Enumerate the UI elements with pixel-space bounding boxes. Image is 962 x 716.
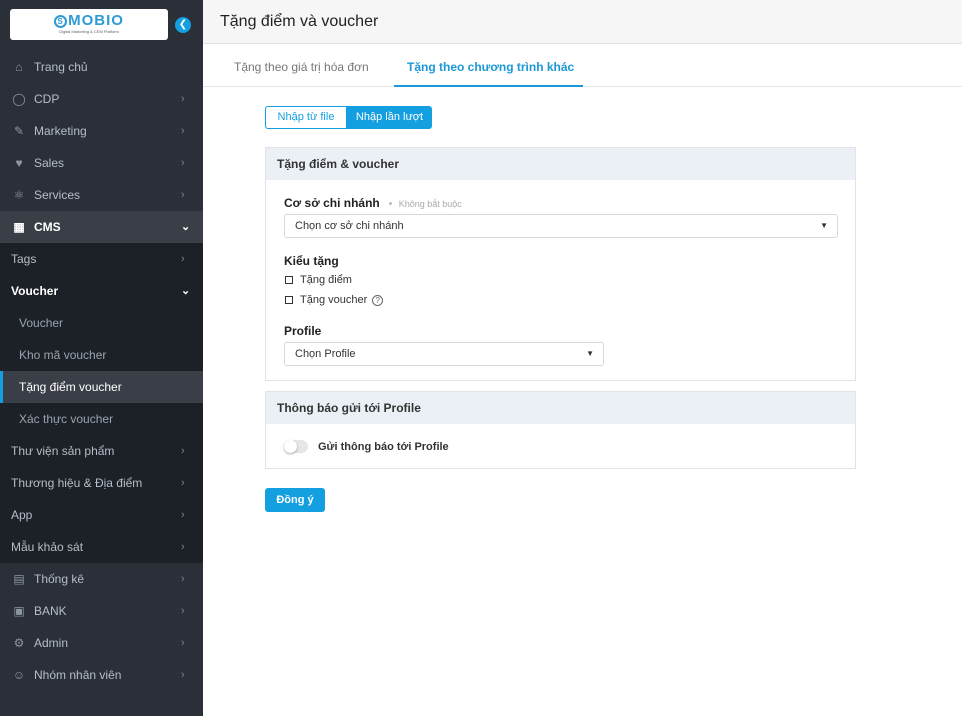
sidebar-item-home[interactable]: ⌂ Trang chủ [0,51,203,83]
brand-area: S MOBIO Digital Marketing & CEM Platform … [0,0,203,50]
home-icon: ⌂ [15,60,23,74]
import-from-file-button[interactable]: Nhập từ file [265,106,347,129]
sequential-input-button[interactable]: Nhập lần lượt [347,106,432,129]
chevron-down-icon: ⌄ [181,221,191,233]
bullet-icon [388,202,392,205]
sidebar-item-gift-points-voucher[interactable]: Tặng điểm voucher [0,371,203,403]
chevron-right-icon: › [181,477,185,489]
optional-hint: Không bắt buộc [380,199,462,209]
chevron-right-icon: › [181,445,185,457]
chart-icon: ▤ [13,572,25,586]
sidebar-item-bank[interactable]: ▣ BANK › [0,595,203,627]
sidebar-item-voucher-codes[interactable]: Kho mã voucher [0,339,203,371]
chevron-right-icon: › [181,157,185,169]
branch-label: Cơ sở chi nhánh Không bắt buộc [284,196,462,210]
submit-button[interactable]: Đồng ý [265,488,325,512]
profile-select[interactable]: Chọn Profile ▼ [284,342,604,366]
gear-icon: ⚙ [13,636,25,650]
chevron-right-icon: › [181,637,185,649]
active-tab-indicator [394,85,583,87]
notification-section-title: Thông báo gửi tới Profile [266,392,855,424]
team-icon: ☺ [12,668,26,682]
services-icon: ⚛ [13,188,25,202]
cms-icon: ▦ [13,220,25,234]
chevron-right-icon: › [181,125,185,137]
logo-tagline: Digital Marketing & CEM Platform [59,29,119,34]
collapse-sidebar-button[interactable]: ❮ [175,17,191,33]
sidebar-item-sales[interactable]: ♥ Sales › [0,147,203,179]
sidebar-item-verify-voucher[interactable]: Xác thực voucher [0,403,203,435]
gift-voucher-checkbox[interactable]: Tặng voucher? [285,294,384,306]
caret-down-icon: ▼ [820,221,828,230]
sidebar: S MOBIO Digital Marketing & CEM Platform … [0,0,203,716]
handshake-icon: ♥ [15,156,23,170]
user-icon: ◯ [12,92,26,106]
tab-by-other-program[interactable]: Tặng theo chương trình khác [407,60,574,74]
sidebar-item-voucher[interactable]: Voucher [0,307,203,339]
sidebar-item-services[interactable]: ⚛ Services › [0,179,203,211]
toggle-knob [284,440,297,453]
sidebar-item-tags[interactable]: Tags › [0,243,203,275]
sidebar-item-app[interactable]: App › [0,499,203,531]
sidebar-item-cdp[interactable]: ◯ CDP › [0,83,203,115]
chevron-right-icon: › [181,509,185,521]
tab-bar: Tặng theo giá trị hóa đơn Tặng theo chươ… [203,44,962,87]
chevron-right-icon: › [181,573,185,585]
branch-select[interactable]: Chọn cơ sở chi nhánh ▼ [284,214,838,238]
chevron-right-icon: › [181,605,185,617]
caret-down-icon: ▼ [586,349,594,358]
gift-section-title: Tặng điểm & voucher [266,148,855,180]
page-title: Tặng điểm và voucher [220,13,379,30]
checkbox-icon [285,296,293,304]
megaphone-icon: ✎ [13,124,25,138]
help-icon[interactable]: ? [372,295,384,306]
sidebar-item-marketing[interactable]: ✎ Marketing › [0,115,203,147]
logo-name: MOBIO [68,12,124,29]
notification-card: Thông báo gửi tới Profile [265,391,856,469]
tab-by-invoice-value[interactable]: Tặng theo giá trị hóa đơn [234,60,369,74]
chevron-right-icon: › [181,541,185,553]
sidebar-item-staff-groups[interactable]: ☺ Nhóm nhân viên › [0,659,203,691]
sidebar-item-admin[interactable]: ⚙ Admin › [0,627,203,659]
logo[interactable]: S MOBIO Digital Marketing & CEM Platform [10,9,168,40]
bank-icon: ▣ [13,604,25,618]
gift-type-label: Kiểu tặng [284,254,339,268]
sidebar-item-statistics[interactable]: ▤ Thống kê › [0,563,203,595]
page-header: Tặng điểm và voucher [203,0,962,44]
chevron-down-icon: ⌄ [181,285,191,297]
gift-points-checkbox[interactable]: Tặng điểm [285,274,352,286]
chevron-right-icon: › [181,189,185,201]
checkbox-icon [285,276,293,284]
sidebar-item-product-library[interactable]: Thư viện sản phẩm › [0,435,203,467]
sidebar-item-survey-templates[interactable]: Mẫu khảo sát › [0,531,203,563]
chevron-right-icon: › [181,253,185,265]
chevron-right-icon: › [181,669,185,681]
send-notification-toggle[interactable] [284,440,308,453]
sidebar-item-voucher-group[interactable]: Voucher ⌄ [0,275,203,307]
logo-mark-icon: S [54,15,68,28]
chevron-left-icon: ❮ [178,19,188,30]
sidebar-item-brands-locations[interactable]: Thương hiệu & Địa điểm › [0,467,203,499]
chevron-right-icon: › [181,93,185,105]
profile-label: Profile [284,324,322,338]
sidebar-item-cms[interactable]: ▦ CMS ⌄ [0,211,203,243]
send-notification-label: Gửi thông báo tới Profile [318,441,449,453]
